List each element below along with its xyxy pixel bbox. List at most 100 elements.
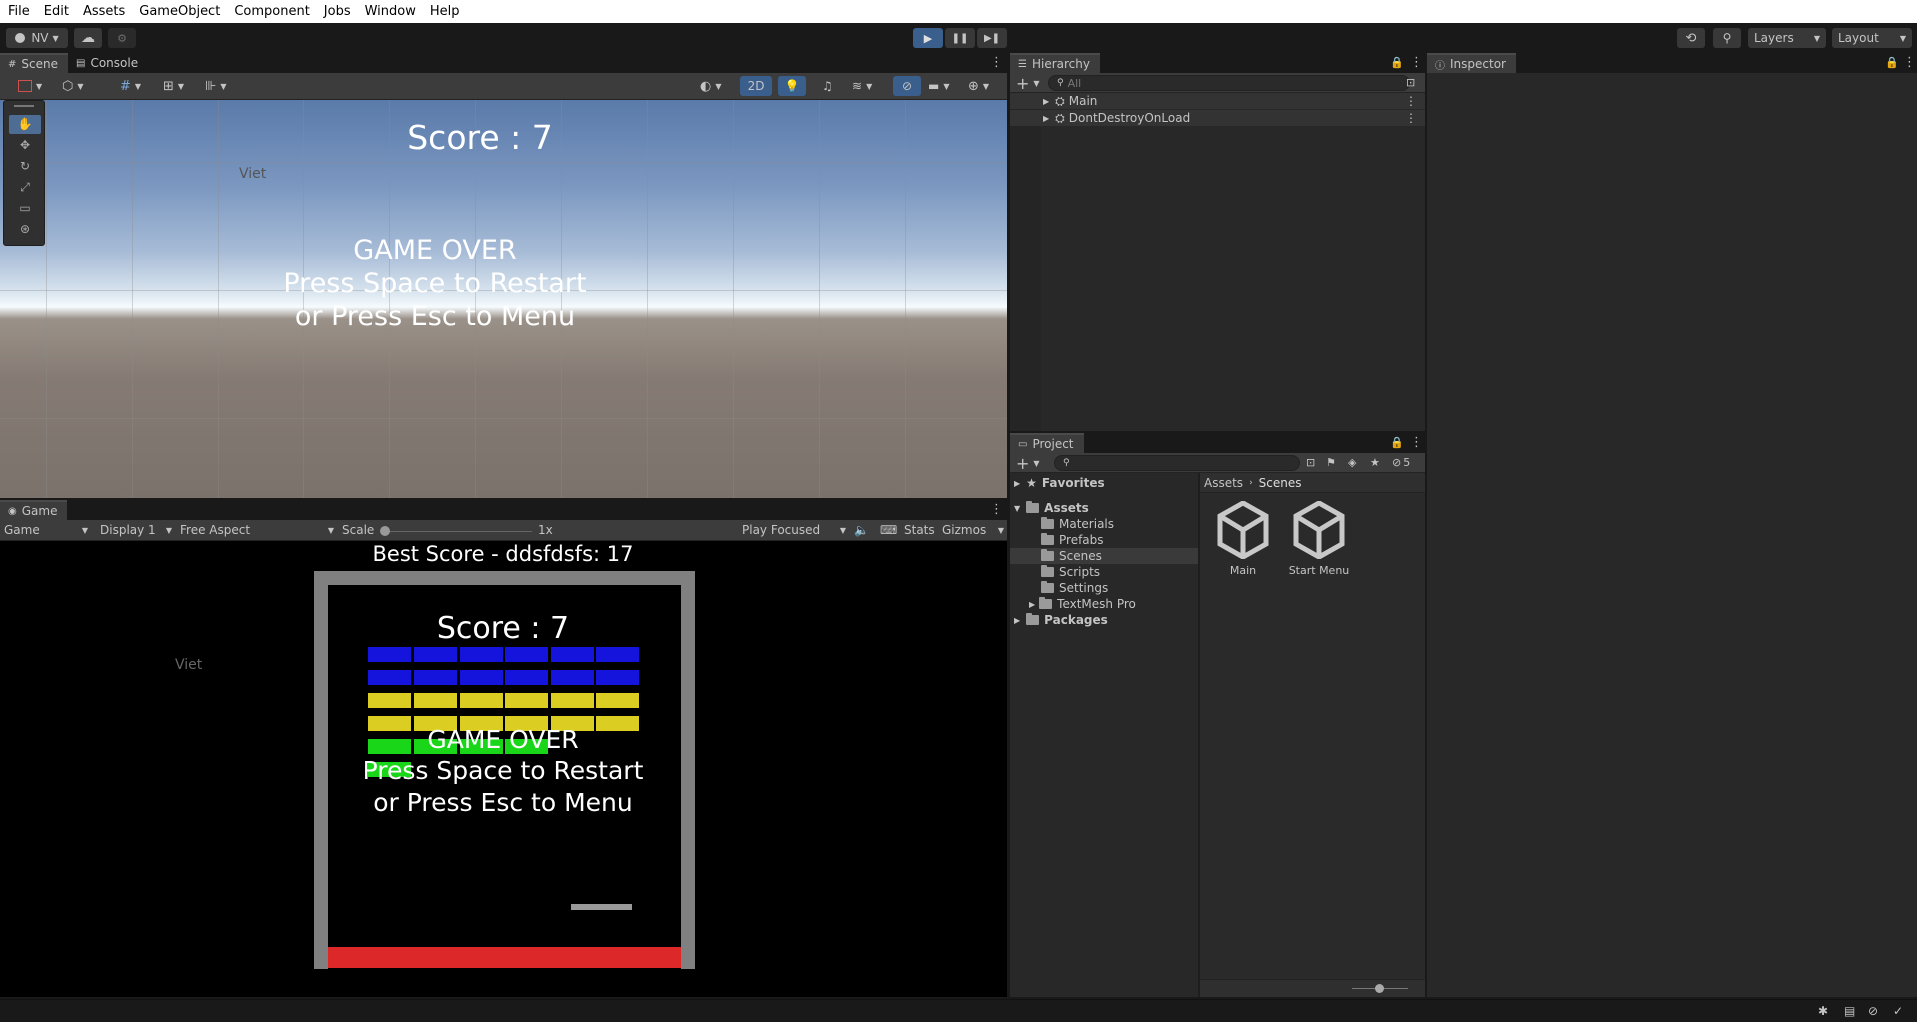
scene-panel-menu-icon[interactable]: ⋮ bbox=[990, 56, 1003, 69]
grid-snap-dropdown[interactable]: # ▼ bbox=[120, 77, 141, 95]
layout-dropdown[interactable]: Layout ▼ bbox=[1832, 28, 1912, 48]
2d-toggle[interactable]: 2D bbox=[740, 76, 772, 96]
progress-check-icon[interactable]: ✓ bbox=[1893, 1004, 1903, 1018]
gizmos-dropdown[interactable]: Gizmos ▼ bbox=[942, 521, 1004, 539]
aspect-dropdown[interactable]: Free Aspect ▼ bbox=[180, 521, 334, 539]
layers-dropdown[interactable]: Layers ▼ bbox=[1748, 28, 1826, 48]
effects-dropdown[interactable]: ≋ ▼ bbox=[852, 77, 872, 95]
pause-button[interactable]: ❚❚ bbox=[945, 28, 975, 48]
cloud-button[interactable]: ☁ bbox=[74, 28, 102, 48]
cache-server-icon[interactable]: ▤ bbox=[1844, 1004, 1855, 1018]
lock-icon[interactable]: 🔒 bbox=[1885, 56, 1899, 69]
menu-help[interactable]: Help bbox=[430, 4, 460, 19]
scene-tab-bar: # Scene ▤ Console bbox=[0, 53, 1007, 73]
breadcrumb-assets[interactable]: Assets bbox=[1204, 476, 1243, 490]
lock-icon[interactable]: 🔒 bbox=[1390, 56, 1404, 69]
chevron-down-icon: ▼ bbox=[177, 81, 185, 91]
more-icon[interactable]: ⋮ bbox=[1405, 111, 1417, 125]
hierarchy-menu-icon[interactable]: ⋮ bbox=[1410, 56, 1423, 69]
hidden-packages-toggle[interactable]: ⊘ 5 bbox=[1392, 456, 1410, 469]
star-icon[interactable]: ★ bbox=[1370, 456, 1380, 469]
folder-prefabs[interactable]: Prefabs bbox=[1010, 532, 1198, 548]
play-button[interactable]: ▶ bbox=[913, 28, 943, 48]
lighting-toggle[interactable]: 💡 bbox=[778, 76, 806, 96]
shading-dropdown[interactable]: ◐ ▼ bbox=[700, 77, 722, 95]
menu-edit[interactable]: Edit bbox=[44, 4, 69, 19]
mute-audio-icon[interactable]: 🔈 bbox=[854, 521, 869, 539]
inspector-menu-icon[interactable]: ⋮ bbox=[1903, 56, 1916, 69]
stats-button[interactable]: Stats bbox=[904, 521, 935, 539]
game-viewport[interactable]: Viet Best Score - ddsfdsfs: 17 Score : 7… bbox=[0, 541, 1007, 997]
history-button[interactable]: ⟲ bbox=[1677, 28, 1705, 48]
menu-gameobject[interactable]: GameObject bbox=[139, 4, 220, 19]
packages-item[interactable]: ▶ Packages bbox=[1010, 612, 1198, 628]
search-by-label-icon[interactable]: ⚑ bbox=[1326, 456, 1336, 469]
gizmos-dropdown[interactable]: ⊕ ▼ bbox=[968, 77, 989, 95]
rect-tool-icon[interactable]: ▭ bbox=[9, 199, 41, 218]
favorites-item[interactable]: ▶ ★ Favorites bbox=[1010, 475, 1198, 491]
auto-generate-lighting-icon[interactable]: ⊘ bbox=[1868, 1004, 1878, 1018]
menu-component[interactable]: Component bbox=[234, 4, 309, 19]
assets-item[interactable]: ▼ Assets bbox=[1010, 500, 1198, 516]
scale-value: 1x bbox=[538, 523, 553, 537]
breadcrumb-scenes[interactable]: Scenes bbox=[1259, 476, 1302, 490]
game-view-dropdown[interactable]: Game ▼ bbox=[4, 521, 88, 539]
asset-main[interactable]: Main bbox=[1216, 500, 1270, 577]
hierarchy-search-input[interactable]: ⚲ All bbox=[1048, 75, 1410, 91]
hierarchy-item-main[interactable]: ▶ ⛭ Main ⋮ bbox=[1010, 93, 1425, 109]
icon-size-slider-thumb[interactable] bbox=[1375, 984, 1384, 993]
search-by-type-icon[interactable]: ⊡ bbox=[1306, 456, 1315, 469]
keyboard-icon[interactable]: ⌨ bbox=[880, 521, 897, 539]
project-search-input[interactable]: ⚲ bbox=[1054, 455, 1300, 471]
drag-handle-icon[interactable] bbox=[14, 105, 34, 107]
tab-game[interactable]: ◉ Game bbox=[0, 500, 68, 520]
scale-tool-icon[interactable]: ⤢ bbox=[9, 178, 41, 197]
menu-jobs[interactable]: Jobs bbox=[324, 4, 351, 19]
effects-icon: ≋ bbox=[852, 79, 863, 93]
scene-viewport[interactable]: ✋ ✥ ↻ ⤢ ▭ ⊛ Viet Score : 7 GAME OVER Pre… bbox=[0, 100, 1007, 498]
hand-tool-icon[interactable]: ✋ bbox=[9, 115, 41, 134]
folder-settings[interactable]: Settings bbox=[1010, 580, 1198, 596]
debug-icon[interactable]: ✱ bbox=[1818, 1004, 1828, 1018]
collab-button[interactable]: ⚙ bbox=[108, 28, 136, 48]
game-panel-menu-icon[interactable]: ⋮ bbox=[990, 503, 1003, 516]
play-focused-dropdown[interactable]: Play Focused ▼ bbox=[742, 521, 846, 539]
menu-assets[interactable]: Assets bbox=[83, 4, 125, 19]
menu-window[interactable]: Window bbox=[365, 4, 416, 19]
align-dropdown[interactable]: ⊪ ▼ bbox=[205, 77, 226, 95]
folder-materials[interactable]: Materials bbox=[1010, 516, 1198, 532]
display-dropdown[interactable]: Display 1 ▼ bbox=[100, 521, 172, 539]
transform-tool-icon[interactable]: ⊛ bbox=[9, 220, 41, 239]
project-menu-icon[interactable]: ⋮ bbox=[1410, 436, 1423, 449]
tab-console[interactable]: ▤ Console bbox=[67, 53, 149, 73]
lock-icon[interactable]: 🔒 bbox=[1390, 436, 1404, 449]
more-icon[interactable]: ⋮ bbox=[1405, 94, 1417, 108]
scale-slider-thumb[interactable] bbox=[380, 526, 390, 536]
folder-scenes[interactable]: Scenes bbox=[1010, 548, 1198, 564]
scale-slider-track[interactable] bbox=[382, 531, 532, 532]
rotate-tool-icon[interactable]: ↻ bbox=[9, 157, 41, 176]
folder-scripts[interactable]: Scripts bbox=[1010, 564, 1198, 580]
audio-toggle[interactable]: ♫ bbox=[822, 77, 833, 95]
visibility-toggle[interactable]: ⊘ bbox=[893, 76, 921, 96]
draw-mode-dropdown[interactable]: ▼ bbox=[18, 77, 42, 95]
move-tool-icon[interactable]: ✥ bbox=[9, 136, 41, 155]
search-button[interactable]: ⚲ bbox=[1713, 28, 1741, 48]
tab-project[interactable]: ▭ Project bbox=[1010, 433, 1084, 453]
tab-hierarchy[interactable]: ☰ Hierarchy bbox=[1010, 53, 1100, 73]
snap-increment-dropdown[interactable]: ⊞ ▼ bbox=[163, 77, 184, 95]
account-dropdown[interactable]: NV ▼ bbox=[6, 28, 68, 48]
step-button[interactable]: ▶❚ bbox=[977, 28, 1007, 48]
camera-dropdown[interactable]: ▬ ▼ bbox=[928, 77, 950, 95]
tab-scene[interactable]: # Scene bbox=[0, 53, 68, 73]
create-dropdown[interactable]: + ▼ bbox=[1016, 454, 1040, 473]
hierarchy-item-dontdestroyonload[interactable]: ▶ ⛭ DontDestroyOnLoad ⋮ bbox=[1010, 110, 1425, 126]
tag-icon[interactable]: ◈ bbox=[1348, 456, 1356, 469]
tab-inspector[interactable]: ⓘ Inspector bbox=[1427, 53, 1516, 73]
menu-file[interactable]: File bbox=[8, 4, 30, 19]
folder-textmesh-pro[interactable]: ▶ TextMesh Pro bbox=[1010, 596, 1198, 612]
asset-start-menu[interactable]: Start Menu bbox=[1284, 500, 1354, 577]
render-mode-dropdown[interactable]: ⬡ ▼ bbox=[62, 77, 84, 95]
scene-visibility-icon[interactable]: ⊡ bbox=[1406, 76, 1415, 89]
create-dropdown[interactable]: + ▼ bbox=[1016, 74, 1040, 93]
